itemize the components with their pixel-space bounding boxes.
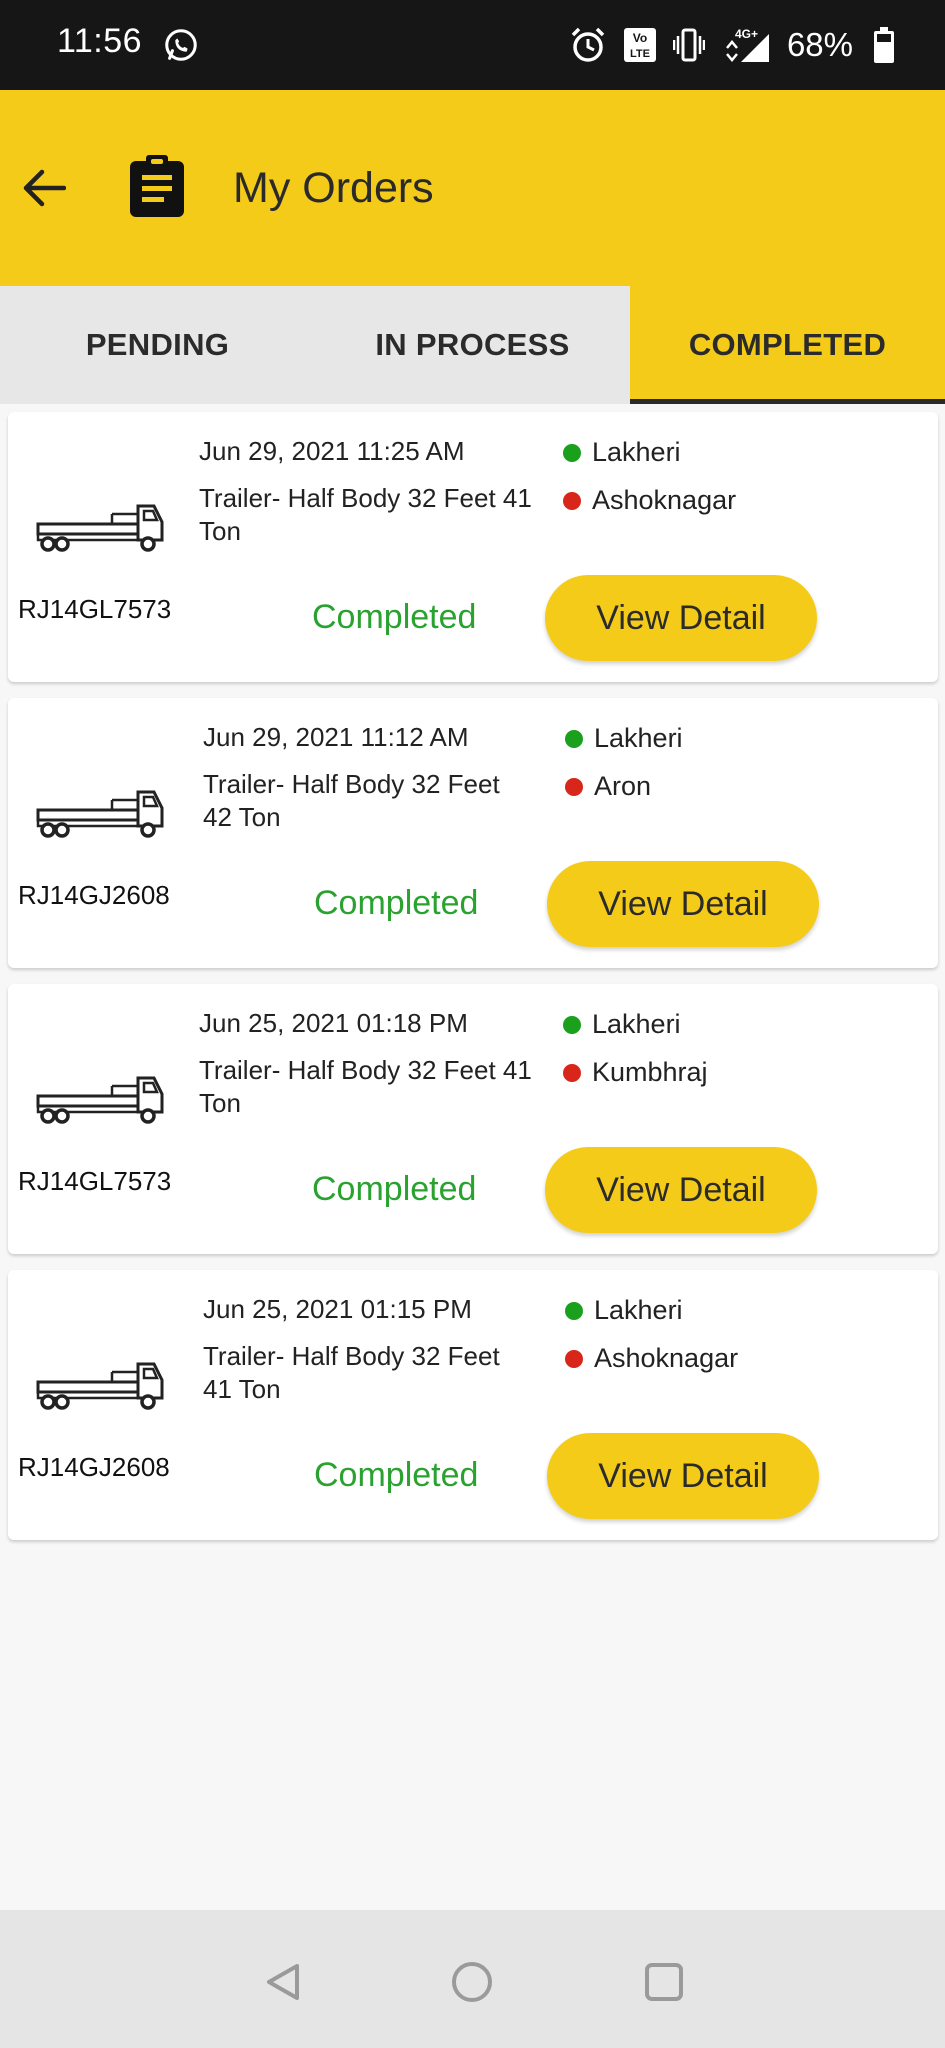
- truck-icon: [36, 1076, 164, 1124]
- tab-pending[interactable]: PENDING: [0, 286, 315, 404]
- route: Lakheri Ashoknagar: [563, 436, 736, 532]
- svg-text:Vo: Vo: [633, 31, 647, 45]
- app-bar: My Orders: [0, 90, 945, 286]
- vehicle-number: RJ14GJ2608: [18, 1452, 170, 1482]
- route: Lakheri Aron: [565, 722, 683, 818]
- destination-dot-icon: [563, 1063, 581, 1082]
- route-destination: Ashoknagar: [563, 484, 736, 517]
- origin-dot-icon: [563, 443, 581, 462]
- tab-in-process[interactable]: IN PROCESS: [315, 286, 630, 404]
- route-origin: Lakheri: [565, 722, 683, 755]
- order-card: RJ14GJ2608 Jun 29, 2021 11:12 AM Trailer…: [8, 698, 938, 968]
- origin-dot-icon: [565, 1301, 583, 1320]
- battery-icon: [874, 27, 894, 63]
- route-origin: Lakheri: [563, 1008, 708, 1041]
- vehicle-number: RJ14GL7573: [18, 1166, 172, 1196]
- route-origin: Lakheri: [565, 1294, 738, 1327]
- destination-label: Ashoknagar: [592, 485, 737, 515]
- back-button[interactable]: [14, 158, 74, 218]
- system-nav-bar: [0, 1910, 945, 2048]
- order-list: RJ14GL7573 Jun 29, 2021 11:25 AM Trailer…: [8, 412, 938, 1556]
- route-destination: Ashoknagar: [565, 1342, 738, 1375]
- view-detail-button[interactable]: View Detail: [545, 1147, 817, 1233]
- order-date: Jun 29, 2021 11:12 AM: [203, 722, 469, 752]
- route-destination: Kumbhraj: [563, 1056, 708, 1089]
- battery-percent: 68%: [786, 26, 853, 63]
- status-time: 11:56: [57, 22, 143, 60]
- truck-type: Trailer- Half Body 32 Feet 41 Ton: [203, 1341, 500, 1404]
- nav-home-button[interactable]: [442, 1952, 502, 2012]
- route: Lakheri Ashoknagar: [565, 1294, 738, 1390]
- svg-text:4G+: 4G+: [735, 27, 758, 41]
- view-detail-button[interactable]: View Detail: [547, 861, 819, 947]
- destination-label: Aron: [594, 771, 652, 801]
- route-origin: Lakheri: [563, 436, 736, 469]
- view-detail-button[interactable]: View Detail: [545, 575, 817, 661]
- status-badge: Completed: [312, 1170, 477, 1208]
- nav-home-icon: [452, 1962, 492, 2002]
- truck-type: Trailer- Half Body 32 Feet 41 Ton: [199, 1055, 532, 1118]
- view-detail-button[interactable]: View Detail: [547, 1433, 819, 1519]
- status-badge: Completed: [314, 1456, 479, 1494]
- volte-icon: Vo LTE: [623, 28, 656, 62]
- vehicle-number: RJ14GJ2608: [18, 880, 170, 910]
- status-icons: Vo LTE 4G+ 68%: [569, 22, 895, 68]
- destination-dot-icon: [565, 1349, 583, 1368]
- destination-dot-icon: [565, 777, 583, 796]
- clipboard-icon: [130, 155, 184, 217]
- destination-dot-icon: [563, 491, 581, 510]
- vibrate-icon: [672, 28, 705, 62]
- tab-completed[interactable]: COMPLETED: [630, 286, 945, 404]
- tab-bar: PENDING IN PROCESS COMPLETED: [0, 286, 945, 404]
- destination-label: Ashoknagar: [594, 1343, 739, 1373]
- destination-label: Kumbhraj: [592, 1057, 708, 1087]
- truck-icon: [36, 1362, 164, 1410]
- nav-recents-button[interactable]: [634, 1952, 694, 2012]
- status-badge: Completed: [312, 598, 477, 636]
- origin-label: Lakheri: [592, 1009, 681, 1039]
- signal-4g-icon: 4G+: [725, 27, 769, 62]
- truck-type: Trailer- Half Body 32 Feet 41 Ton: [199, 483, 532, 546]
- nav-back-button[interactable]: [253, 1952, 313, 2012]
- order-date: Jun 29, 2021 11:25 AM: [199, 436, 465, 466]
- order-card: RJ14GL7573 Jun 29, 2021 11:25 AM Trailer…: [8, 412, 938, 682]
- vehicle-number: RJ14GL7573: [18, 594, 172, 624]
- origin-label: Lakheri: [592, 437, 681, 467]
- order-card: RJ14GJ2608 Jun 25, 2021 01:15 PM Trailer…: [8, 1270, 938, 1540]
- back-arrow-icon: [23, 169, 66, 207]
- status-bar: 11:56 Vo LTE 4G+ 68%: [0, 0, 945, 90]
- route: Lakheri Kumbhraj: [563, 1008, 708, 1104]
- truck-icon: [36, 504, 164, 552]
- status-badge: Completed: [314, 884, 479, 922]
- page-title: My Orders: [233, 164, 434, 212]
- order-date: Jun 25, 2021 01:18 PM: [199, 1008, 468, 1038]
- order-date: Jun 25, 2021 01:15 PM: [203, 1294, 472, 1324]
- nav-recents-icon: [645, 1963, 683, 2001]
- origin-label: Lakheri: [594, 723, 683, 753]
- truck-type: Trailer- Half Body 32 Feet 42 Ton: [203, 769, 500, 832]
- origin-label: Lakheri: [594, 1295, 683, 1325]
- nav-back-icon: [267, 1964, 299, 2000]
- order-card: RJ14GL7573 Jun 25, 2021 01:18 PM Trailer…: [8, 984, 938, 1254]
- origin-dot-icon: [563, 1015, 581, 1034]
- svg-text:LTE: LTE: [630, 48, 650, 60]
- alarm-icon: [571, 27, 605, 62]
- truck-icon: [36, 790, 164, 838]
- whatsapp-icon: [165, 29, 197, 61]
- origin-dot-icon: [565, 729, 583, 748]
- route-destination: Aron: [565, 770, 683, 803]
